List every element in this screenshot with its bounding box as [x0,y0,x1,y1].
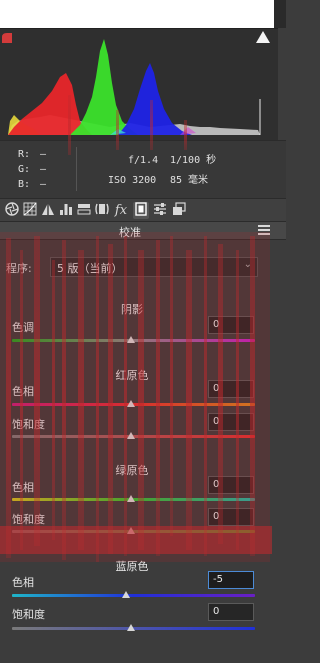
lens-corrections-icon[interactable] [94,202,110,219]
snapshots-icon[interactable] [171,202,187,219]
panel-title: 校准 [119,226,141,239]
focal-length-value: 85 毫米 [170,175,209,186]
shadow-clipping-icon[interactable] [2,33,12,43]
process-version-select[interactable]: 5 版（当前） ⌄ [50,257,258,277]
b-value: — [40,179,47,190]
red-saturation-label: 饱和度 [12,418,45,431]
title-strip [0,0,286,28]
blue-saturation-label: 饱和度 [12,608,45,621]
red-saturation-input[interactable]: 0 [208,413,254,431]
rgb-readout: R: — G: — B: — [18,147,46,192]
panel-toolbar: fx [0,198,286,222]
hsl-bars-icon[interactable] [58,202,74,219]
effects-fx-icon[interactable]: fx [113,202,129,219]
process-version-value: 5 版（当前） [57,262,123,275]
red-hue-slider-thumb[interactable] [127,400,135,407]
green-hue-label: 色相 [12,481,34,494]
green-hue-input[interactable]: 0 [208,476,254,494]
r-value: — [40,149,47,160]
calibration-panel-header[interactable]: 校准 [0,222,286,240]
blue-hue-input[interactable]: -5 [208,571,254,589]
histogram-graph [0,29,278,141]
green-saturation-slider-thumb[interactable] [127,527,135,534]
highlight-clipping-icon[interactable] [256,31,270,43]
green-saturation-label: 饱和度 [12,513,45,526]
aperture-value: f/1.4 [128,155,159,166]
blue-hue-slider-track[interactable] [12,594,255,597]
iso-value: ISO 3200 [108,175,157,186]
shadows-tint-slider-thumb[interactable] [127,336,135,343]
shadows-tint-label: 色调 [12,321,34,334]
split-toning-icon[interactable] [76,202,92,219]
red-saturation-slider-thumb[interactable] [127,432,135,439]
readout-divider [76,147,77,191]
red-hue-input[interactable]: 0 [208,380,254,398]
window-edge [274,0,286,28]
chevron-down-icon: ⌄ [243,259,252,270]
blue-saturation-input[interactable]: 0 [208,603,254,621]
shutter-value: 1/100 秒 [170,155,217,166]
presets-sliders-icon[interactable] [152,202,168,219]
red-hue-label: 色相 [12,385,34,398]
camera-calibration-film-icon[interactable] [133,202,149,219]
info-readout: R: — G: — B: — f/1.4 1/100 秒 ISO 3200 85 毫米 [0,140,286,198]
shadows-section-title: 阴影 [121,303,143,316]
tone-curve-grid-icon[interactable] [22,202,38,219]
g-value: — [40,164,47,175]
green-saturation-input[interactable]: 0 [208,508,254,526]
blue-hue-label: 色相 [12,576,34,589]
detail-triangle-icon[interactable] [40,202,56,219]
blue-hue-slider-thumb[interactable] [122,591,130,598]
r-label: R: [18,149,31,160]
basic-aperture-icon[interactable] [4,202,20,219]
process-label: 程序: [6,262,32,275]
b-label: B: [18,179,31,190]
g-label: G: [18,164,31,175]
panel-menu-icon[interactable] [258,225,270,235]
histogram [0,28,278,141]
green-hue-slider-thumb[interactable] [127,495,135,502]
shadows-tint-input[interactable]: 0 [208,316,254,334]
blue-saturation-slider-thumb[interactable] [127,624,135,631]
